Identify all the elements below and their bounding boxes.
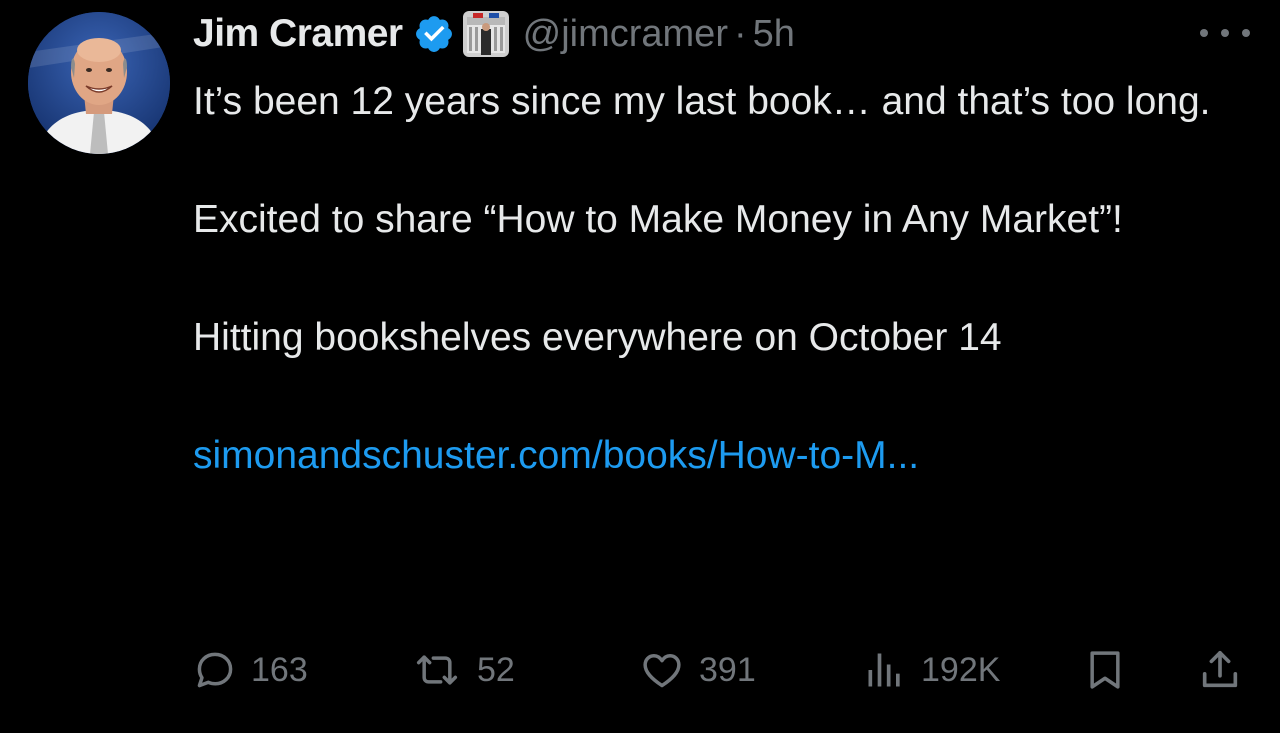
bookmark-button[interactable] (1083, 640, 1127, 700)
tweet-text: It’s been 12 years since my last book… a… (193, 72, 1253, 485)
like-icon (643, 653, 681, 688)
verified-badge-icon[interactable] (413, 13, 455, 55)
tweet-link[interactable]: simonandschuster.com/books/How-to-M... (193, 426, 919, 485)
avatar[interactable] (28, 12, 170, 154)
timestamp[interactable]: 5h (753, 13, 795, 56)
share-button[interactable] (1197, 640, 1243, 700)
views-count: 192K (921, 650, 1001, 689)
tweet[interactable]: Jim Cramer @jimcramer · 5h It’s been 12 … (0, 0, 1280, 733)
more-dot (1221, 29, 1229, 37)
repost-count: 52 (477, 650, 515, 689)
handle[interactable]: @jimcramer (523, 13, 728, 56)
tweet-paragraph: Hitting bookshelves everywhere on Octobe… (193, 316, 1002, 359)
views-icon (868, 653, 900, 687)
like-count: 391 (699, 650, 756, 689)
more-dot (1200, 29, 1208, 37)
action-bar: 163 52 391 192K (193, 640, 1253, 700)
reply-button[interactable]: 163 (193, 640, 308, 700)
tweet-paragraph: It’s been 12 years since my last book… a… (193, 80, 1211, 123)
more-dot (1242, 29, 1250, 37)
reply-count: 163 (251, 650, 308, 689)
views-button[interactable]: 192K (863, 640, 1000, 700)
more-icon[interactable] (1200, 18, 1250, 48)
tweet-paragraph: Excited to share “How to Make Money in A… (193, 198, 1123, 241)
tweet-header: Jim Cramer @jimcramer · 5h (193, 8, 795, 60)
reply-icon (197, 652, 233, 688)
repost-button[interactable]: 52 (411, 640, 515, 700)
bookmark-icon (1090, 651, 1120, 689)
like-button[interactable]: 391 (639, 640, 756, 700)
separator: · (733, 12, 747, 55)
share-icon (1202, 650, 1238, 688)
display-name[interactable]: Jim Cramer (193, 12, 403, 56)
affiliation-badge[interactable] (462, 11, 509, 57)
repost-icon (416, 655, 458, 685)
